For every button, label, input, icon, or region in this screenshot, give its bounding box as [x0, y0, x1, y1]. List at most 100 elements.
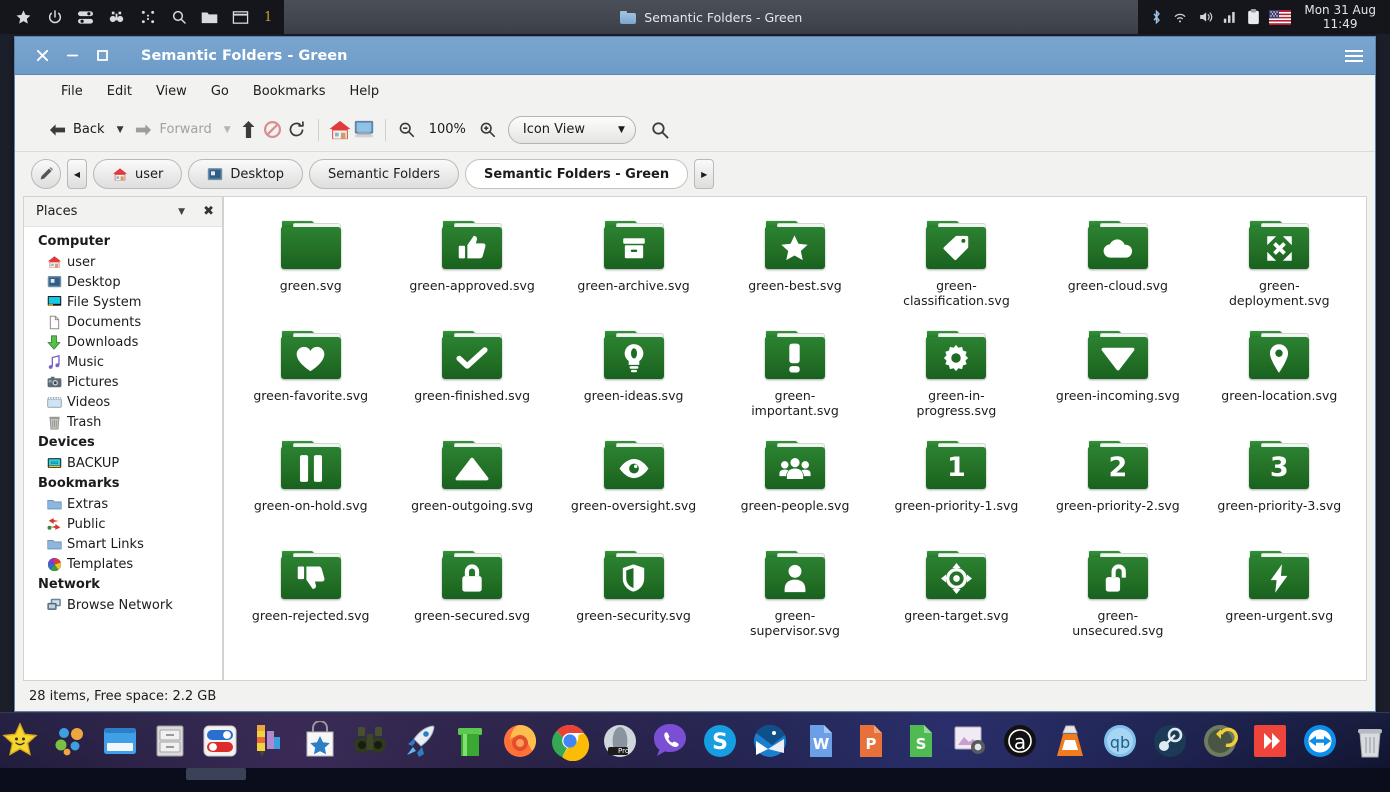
dock-firefox-icon[interactable]	[498, 719, 542, 763]
sidebar-item-backup[interactable]: SSD BACKUP	[24, 453, 222, 473]
home-icon[interactable]	[328, 118, 352, 142]
up-icon[interactable]	[237, 118, 261, 142]
back-button[interactable]: Back	[43, 118, 111, 141]
file-item[interactable]: green-target.svg	[876, 541, 1037, 651]
dock-qbittorrent-icon[interactable]: qb	[1098, 719, 1142, 763]
toggle-settings-icon[interactable]	[76, 8, 95, 27]
toolbar-search-icon[interactable]	[648, 118, 672, 142]
signal-icon[interactable]	[1223, 10, 1238, 24]
file-item[interactable]: green-classification.svg	[876, 211, 1037, 321]
maximize-button[interactable]	[87, 41, 117, 71]
menu-bookmarks[interactable]: Bookmarks	[241, 80, 338, 103]
file-item[interactable]: green-people.svg	[714, 431, 875, 541]
dock-word-icon[interactable]: W	[798, 719, 842, 763]
menu-hamburger-icon[interactable]	[1345, 49, 1363, 62]
file-item[interactable]: green-unsecured.svg	[1037, 541, 1198, 651]
sidebar-item-user[interactable]: user	[24, 252, 222, 272]
dock-rocket-icon[interactable]	[398, 719, 442, 763]
menu-go[interactable]: Go	[199, 80, 241, 103]
file-item[interactable]: green-ideas.svg	[553, 321, 714, 431]
dock-vlc-icon[interactable]	[1048, 719, 1092, 763]
file-item[interactable]: 2 green-priority-2.svg	[1037, 431, 1198, 541]
sidebar-item-smart-links[interactable]: Smart Links	[24, 534, 222, 554]
folder-icon[interactable]	[200, 8, 219, 27]
dock-opera-icon[interactable]: Pro	[598, 719, 642, 763]
taskbar-window-button[interactable]: Semantic Folders - Green	[284, 10, 1138, 25]
file-item[interactable]: green-archive.svg	[553, 211, 714, 321]
file-item[interactable]: green-supervisor.svg	[714, 541, 875, 651]
file-item[interactable]: green-favorite.svg	[230, 321, 391, 431]
back-history-dropdown[interactable]: ▼	[111, 121, 130, 139]
clipboard-icon[interactable]	[1247, 9, 1260, 25]
file-item[interactable]: green-in-progress.svg	[876, 321, 1037, 431]
dock-pipe-icon[interactable]	[448, 719, 492, 763]
dock-timeshift-icon[interactable]	[1198, 719, 1242, 763]
dock-screenshot-icon[interactable]	[948, 719, 992, 763]
file-item[interactable]: green-cloud.svg	[1037, 211, 1198, 321]
file-item[interactable]: green-best.svg	[714, 211, 875, 321]
sidebar-item-documents[interactable]: Documents	[24, 312, 222, 332]
dock-binoculars-icon[interactable]	[348, 719, 392, 763]
file-item[interactable]: green-urgent.svg	[1199, 541, 1360, 651]
computer-icon[interactable]	[352, 118, 376, 142]
breadcrumb-user[interactable]: user	[93, 159, 183, 189]
breadcrumb-semantic-folders[interactable]: Semantic Folders	[308, 159, 460, 189]
dock-software-icon[interactable]	[298, 719, 342, 763]
menu-edit[interactable]: Edit	[95, 80, 144, 103]
volume-icon[interactable]	[1197, 9, 1214, 25]
dock-window-icon[interactable]	[98, 719, 142, 763]
sidebar-item-videos[interactable]: Videos	[24, 392, 222, 412]
file-item[interactable]: 1 green-priority-1.svg	[876, 431, 1037, 541]
forward-button[interactable]: Forward	[129, 118, 217, 141]
dock-chrome-icon[interactable]	[548, 719, 592, 763]
flag-icon[interactable]	[1269, 9, 1292, 25]
sidebar-item-file-system[interactable]: File System	[24, 292, 222, 312]
sidebar-item-extras[interactable]: Extras	[24, 494, 222, 514]
dock-viber-icon[interactable]	[648, 719, 692, 763]
places-dropdown-icon[interactable]: ▼	[178, 207, 185, 217]
forward-history-dropdown[interactable]: ▼	[218, 121, 237, 139]
file-item[interactable]: green-important.svg	[714, 321, 875, 431]
file-item[interactable]: green-approved.svg	[391, 211, 552, 321]
close-button[interactable]	[27, 41, 57, 71]
file-item[interactable]: green-on-hold.svg	[230, 431, 391, 541]
file-item[interactable]: 3 green-priority-3.svg	[1199, 431, 1360, 541]
dock-audacious-icon[interactable]: a	[998, 719, 1042, 763]
menu-file[interactable]: File	[49, 80, 95, 103]
file-item[interactable]: green-rejected.svg	[230, 541, 391, 651]
dock-filecabinet-icon[interactable]	[148, 719, 192, 763]
sidebar-item-music[interactable]: Music	[24, 352, 222, 372]
zoom-out-icon[interactable]	[395, 118, 419, 142]
dock-sheets-icon[interactable]: S	[898, 719, 942, 763]
window-icon[interactable]	[231, 8, 250, 27]
dock-anydesk-icon[interactable]	[1248, 719, 1292, 763]
file-item[interactable]: green-outgoing.svg	[391, 431, 552, 541]
sidebar-item-downloads[interactable]: Downloads	[24, 332, 222, 352]
pathbar-scroll-left[interactable]: ◀	[67, 159, 87, 189]
file-item[interactable]: green-security.svg	[553, 541, 714, 651]
sidebar-item-public[interactable]: Public	[24, 514, 222, 534]
sidebar-item-templates[interactable]: Templates	[24, 554, 222, 574]
pathbar-scroll-right[interactable]: ▶	[694, 159, 715, 189]
binoculars-icon[interactable]	[107, 8, 126, 27]
file-item[interactable]: green-location.svg	[1199, 321, 1360, 431]
menu-view[interactable]: View	[144, 80, 199, 103]
file-pane[interactable]: green.svg green-approved.svg green-archive…	[223, 196, 1367, 681]
grid-dots-icon[interactable]	[138, 8, 157, 27]
dock-thunderbird-icon[interactable]	[748, 719, 792, 763]
dock-trash-icon[interactable]	[1348, 719, 1390, 763]
menu-help[interactable]: Help	[337, 80, 391, 103]
power-icon[interactable]	[45, 8, 64, 27]
dock-star-icon[interactable]	[0, 719, 42, 763]
sidebar-item-trash[interactable]: Trash	[24, 412, 222, 432]
dock-steam-icon[interactable]	[1148, 719, 1192, 763]
places-close-icon[interactable]: ✖	[203, 204, 214, 219]
dock-palette-icon[interactable]	[248, 719, 292, 763]
path-edit-toggle[interactable]	[31, 159, 61, 189]
clock[interactable]: Mon 31 Aug 11:49	[1300, 3, 1380, 31]
view-mode-select[interactable]: Icon View ▼	[507, 115, 636, 144]
sidebar-item-pictures[interactable]: Pictures	[24, 372, 222, 392]
bluetooth-icon[interactable]	[1150, 9, 1163, 25]
reload-icon[interactable]	[285, 118, 309, 142]
dock-skype-icon[interactable]: S	[698, 719, 742, 763]
